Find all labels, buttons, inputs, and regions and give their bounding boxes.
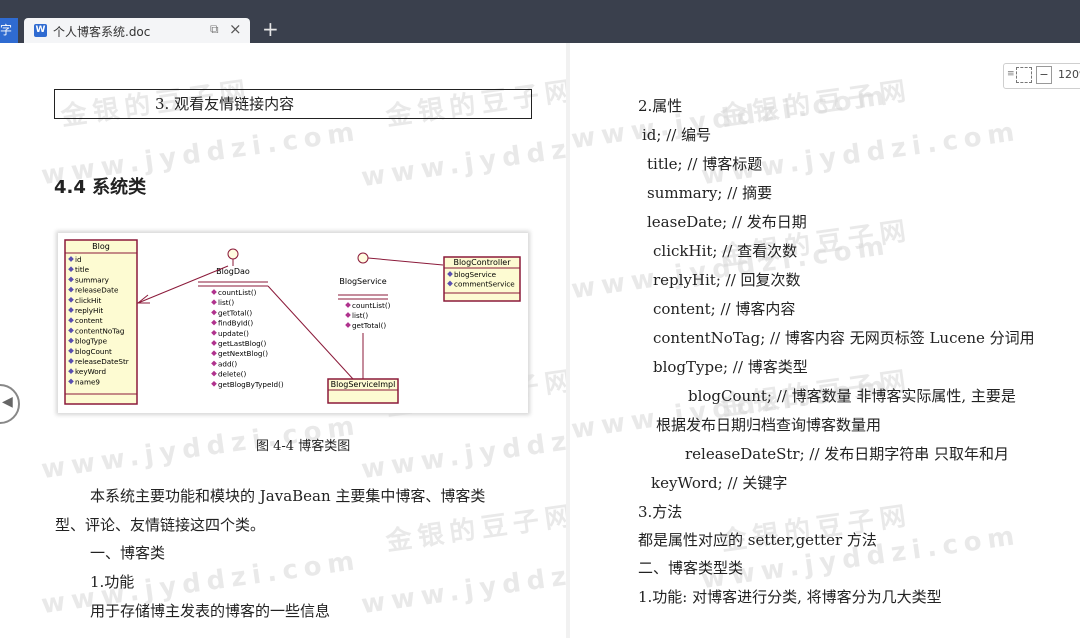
text-line: blogCount; // 博客数量 非博客实际属性, 主要是 — [688, 387, 1016, 405]
interface-lollipop — [227, 248, 239, 260]
member-label: id — [75, 255, 82, 264]
figure-caption: 图 4-4 博客类图 — [256, 439, 351, 454]
paragraph-line: 用于存储博主发表的博客的一些信息 — [90, 602, 331, 620]
text-line: 都是属性对应的 setter,getter 方法 — [638, 531, 877, 549]
boxed-list-item: 3. 观看友情链接内容 — [54, 89, 532, 119]
member-icon — [211, 309, 217, 316]
text-line: content; // 博客内容 — [653, 300, 796, 318]
text-line: 1.功能: 对博客进行分类, 将博客分为几大类型 — [638, 588, 942, 606]
text-line: releaseDateStr; // 发布日期字符串 只取年和月 — [685, 445, 1010, 463]
page-left: 金银的豆子网 www.jyddzi.com 金银的豆子网 www.jyddzi.… — [0, 43, 682, 638]
zoom-value: 120% — [1058, 68, 1080, 81]
text-line: id; // 编号 — [642, 126, 712, 144]
prev-page-button[interactable]: ◀ — [0, 384, 20, 424]
text-line: 3.方法 — [638, 503, 683, 521]
member-label: add() — [218, 359, 237, 368]
member-label: getBlogByTypeId() — [218, 380, 284, 389]
member-icon — [345, 322, 351, 328]
text-line: clickHit; // 查看次数 — [653, 242, 798, 260]
association-line — [137, 265, 229, 304]
blogservice-title: BlogService — [339, 277, 386, 286]
tab-bar: 字 W 个人博客系统.doc ⧉ × + — [0, 0, 1080, 43]
close-icon[interactable]: × — [229, 20, 242, 38]
text-line: blogType; // 博客类型 — [653, 358, 808, 376]
uml-line — [367, 257, 444, 266]
text-line: leaseDate; // 发布日期 — [647, 213, 807, 231]
text-line: keyWord; // 关键字 — [651, 474, 788, 492]
member-label: keyWord — [75, 367, 106, 376]
text-line: 二、博客类型类 — [638, 559, 744, 577]
member-icon — [211, 350, 217, 357]
member-label: getNextBlog() — [218, 349, 268, 358]
blogcontroller-title: BlogController — [453, 258, 511, 267]
member-label: releaseDate — [75, 286, 119, 295]
member-label: countList() — [352, 301, 391, 310]
uml-diagram: Blog idtitlesummaryreleaseDateclickHitre… — [64, 239, 521, 405]
member-label: summary — [75, 275, 110, 284]
blogservice-methods: countList()list()getTotal() — [345, 301, 391, 330]
member-icon — [345, 302, 351, 308]
member-label: list() — [218, 298, 234, 307]
member-icon — [211, 360, 217, 367]
member-label: content — [75, 316, 103, 325]
member-label: getLastBlog() — [218, 339, 266, 348]
new-tab-button[interactable]: + — [262, 17, 279, 41]
member-label: clickHit — [75, 296, 101, 305]
text-line: 根据发布日期归档查询博客数量用 — [656, 416, 882, 434]
member-label: getTotal() — [218, 308, 252, 317]
subsection-title: 1.功能 — [90, 573, 135, 591]
section-heading: 4.4 系统类 — [54, 177, 147, 198]
subsection-title: 一、博客类 — [90, 544, 166, 562]
member-label: delete() — [218, 370, 246, 379]
member-label: blogType — [75, 337, 108, 346]
member-label: releaseDateStr — [75, 357, 129, 366]
paragraph-line: 本系统主要功能和模块的 JavaBean 主要集中博客、博客类 — [90, 487, 486, 505]
tab-title: 个人博客系统.doc — [53, 25, 151, 39]
member-icon — [211, 329, 217, 336]
member-label: getTotal() — [352, 321, 386, 330]
member-label: blogService — [454, 270, 497, 279]
class-diagram: Blog id title summary releaseDate clickHit re… — [58, 233, 528, 413]
paragraph-line: 型、评论、友情链接这四个类。 — [55, 516, 266, 534]
member-label: commentService — [454, 280, 515, 289]
member-label: list() — [352, 311, 368, 320]
member-icon — [211, 299, 217, 306]
tab-document[interactable]: W 个人博客系统.doc ⧉ × — [24, 18, 250, 43]
text-line: replyHit; // 回复次数 — [653, 271, 801, 289]
word-doc-icon: W — [34, 24, 47, 37]
chevron-left-icon: ◀ — [2, 394, 13, 410]
watermark-url: www.jyddzi.com — [569, 80, 893, 156]
text-line: summary; // 摘要 — [647, 184, 773, 202]
member-label: title — [75, 265, 90, 274]
zoom-control: ≡ − 120% — [1003, 63, 1080, 89]
text-line: contentNoTag; // 博客内容 无网页标签 Lucene 分词用 — [653, 329, 1035, 347]
page-right: 金银的豆子网 www.jyddzi.com www.jyddzi.com 金银的… — [569, 43, 1080, 638]
interface-lollipop — [357, 252, 369, 264]
previous-tab[interactable]: 字 — [0, 18, 18, 43]
member-label: contentNoTag — [75, 326, 124, 335]
drag-handle-icon[interactable]: ≡ — [1007, 69, 1015, 79]
member-icon — [211, 380, 217, 387]
blog-class-title: Blog — [92, 242, 110, 251]
member-label: blogCount — [75, 347, 112, 356]
blogdao-methods: countList()list()getTotal() findById()upd… — [211, 288, 284, 389]
member-icon — [211, 319, 217, 326]
blogserviceimpl-title: BlogServiceImpl — [331, 380, 396, 389]
text-line: title; // 博客标题 — [647, 155, 763, 173]
member-label: update() — [218, 329, 249, 338]
member-icon — [211, 340, 217, 346]
member-label: replyHit — [75, 306, 103, 315]
member-label: countList() — [218, 288, 257, 297]
watermark-text: 金银的豆子网 — [719, 75, 914, 133]
zoom-out-button[interactable]: − — [1036, 66, 1052, 84]
member-icon — [211, 289, 217, 295]
member-icon — [211, 370, 217, 377]
realization-line — [267, 285, 354, 380]
text-line: 2.属性 — [638, 97, 683, 115]
member-label: findById() — [218, 319, 253, 328]
member-label: name9 — [75, 377, 100, 386]
window-icon[interactable]: ⧉ — [210, 22, 219, 37]
member-icon — [345, 312, 351, 318]
fit-page-icon[interactable] — [1016, 67, 1032, 83]
